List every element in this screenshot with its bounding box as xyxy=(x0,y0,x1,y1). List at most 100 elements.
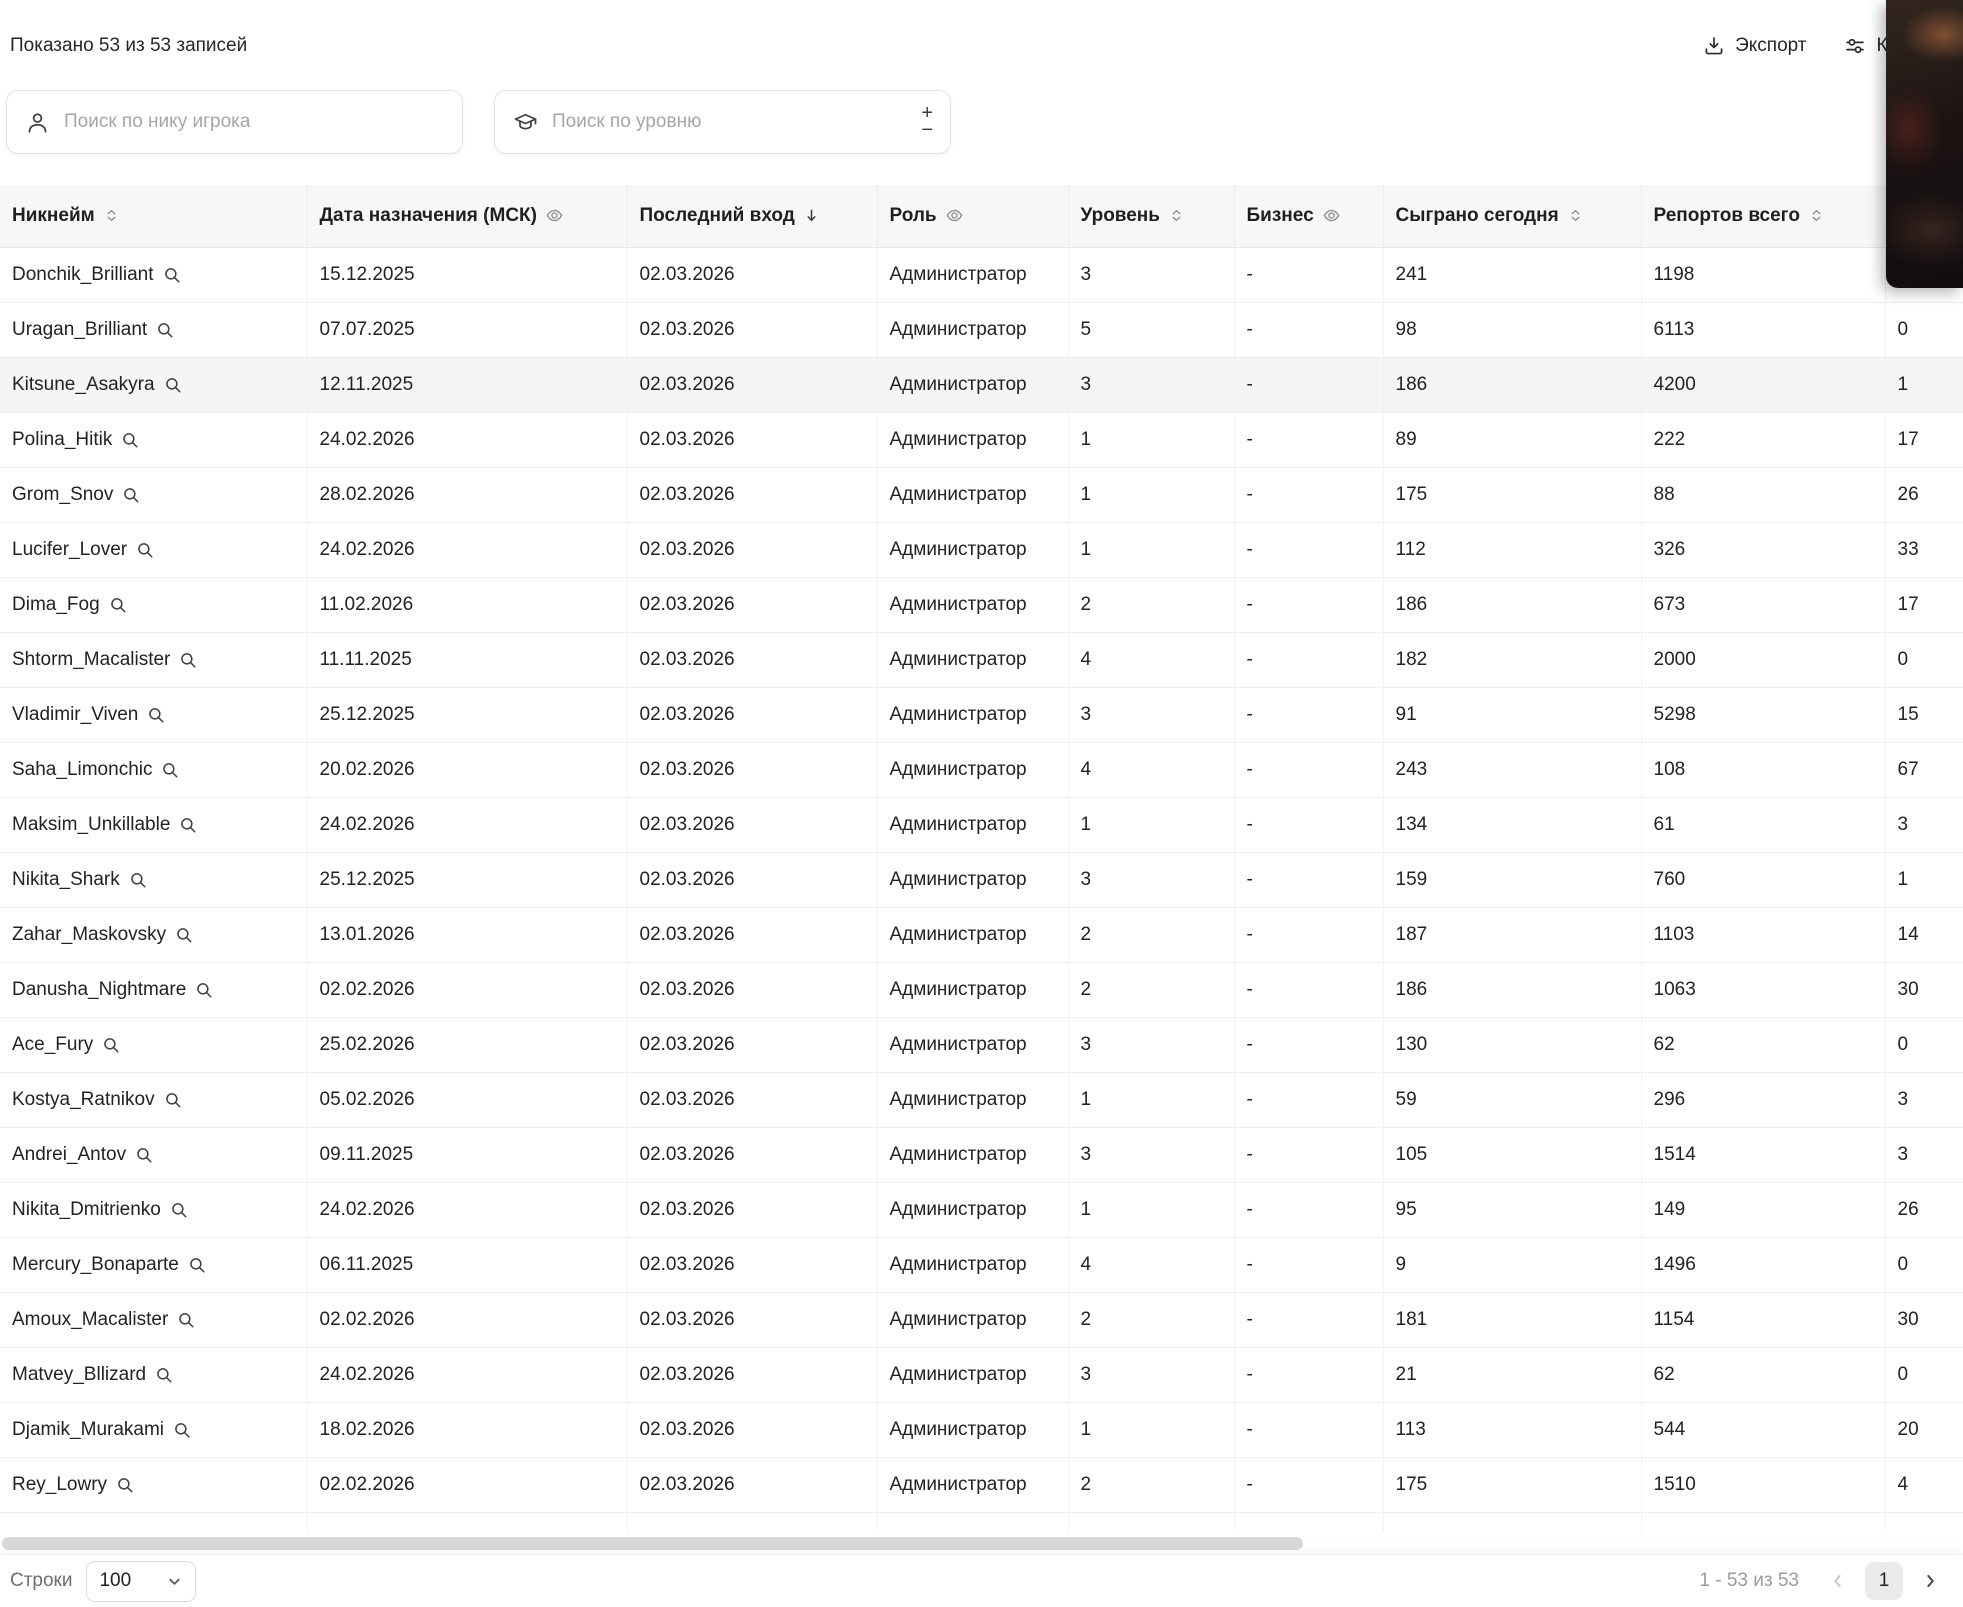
search-icon[interactable] xyxy=(129,871,147,889)
player-nickname: Kostya_Ratnikov xyxy=(12,1088,155,1110)
table-row[interactable]: Danusha_Nightmare 02.02.2026 02.03.2026 Адм… xyxy=(0,962,1963,1018)
export-button[interactable]: Экспорт xyxy=(1703,35,1806,57)
page-1-button[interactable]: 1 xyxy=(1865,1562,1903,1600)
column-header-4[interactable]: Роль xyxy=(877,185,1069,248)
column-header-8[interactable]: Репортов всего xyxy=(1641,185,1886,248)
nickname-cell: Uragan_Brilliant xyxy=(0,302,308,358)
column-header-2[interactable]: Дата назначения (МСК) xyxy=(307,185,628,248)
table-row[interactable]: Polina_Hitik 24.02.2026 02.03.2026 Админист… xyxy=(0,412,1963,468)
search-icon[interactable] xyxy=(179,816,197,834)
nickname-search-box[interactable] xyxy=(6,90,463,154)
role-cell: Администратор xyxy=(877,412,1069,468)
player-nickname: Polina_Hitik xyxy=(12,428,113,450)
search-icon[interactable] xyxy=(164,1091,182,1109)
table-row[interactable]: Saha_Limonchic 20.02.2026 02.03.2026 Админи… xyxy=(0,742,1963,798)
played-today-cell: 59 xyxy=(1383,1072,1642,1128)
nickname-cell: Djamik_Murakami xyxy=(0,1402,308,1458)
extra-cell: 26 xyxy=(1885,467,1963,523)
sort-icon[interactable] xyxy=(1809,208,1824,223)
table-row[interactable]: Zahar_Maskovsky 13.01.2026 02.03.2026 Админ… xyxy=(0,907,1963,963)
search-icon[interactable] xyxy=(156,321,174,339)
sort-icon[interactable] xyxy=(104,208,119,223)
search-icon[interactable] xyxy=(163,266,181,284)
table-row[interactable]: Mercury_Bonaparte 06.11.2025 02.03.2026 Адм… xyxy=(0,1237,1963,1293)
search-icon[interactable] xyxy=(170,1201,188,1219)
search-icon[interactable] xyxy=(164,376,182,394)
search-icon[interactable] xyxy=(135,1146,153,1164)
search-icon[interactable] xyxy=(122,486,140,504)
table-row[interactable]: Nikita_Dmitrienko 24.02.2026 02.03.2026 Адм… xyxy=(0,1182,1963,1238)
next-page-button[interactable] xyxy=(1911,1562,1949,1600)
visibility-icon[interactable] xyxy=(1323,207,1340,224)
prev-page-button[interactable] xyxy=(1819,1562,1857,1600)
visibility-icon[interactable] xyxy=(546,207,563,224)
level-cell: 4 xyxy=(1068,632,1235,688)
table-row[interactable]: Ace_Fury 25.02.2026 02.03.2026 Администрато… xyxy=(0,1017,1963,1073)
column-header-7[interactable]: Сыграно сегодня xyxy=(1383,185,1642,248)
level-cell: 1 xyxy=(1068,797,1235,853)
player-nickname: Uragan_Brilliant xyxy=(12,318,148,340)
table-row[interactable]: Djamik_Murakami 18.02.2026 02.03.2026 Админ… xyxy=(0,1402,1963,1458)
table-row[interactable]: Grom_Snov 28.02.2026 02.03.2026 Администрат… xyxy=(0,467,1963,523)
column-header-1[interactable]: Никнейм xyxy=(0,185,308,248)
level-search-box[interactable]: + − xyxy=(494,90,951,154)
column-settings-icon xyxy=(1844,35,1866,57)
last-login-cell: 02.03.2026 xyxy=(627,1127,878,1183)
table-row[interactable]: Kostya_Ratnikov 05.02.2026 02.03.2026 Админ… xyxy=(0,1072,1963,1128)
table-row[interactable]: Kitsune_Asakyra 12.11.2025 02.03.2026 Админ… xyxy=(0,357,1963,413)
level-decrement-button[interactable]: − xyxy=(916,120,938,140)
rows-per-page-select[interactable]: 100 xyxy=(86,1560,197,1602)
horizontal-scrollbar-thumb[interactable] xyxy=(2,1537,1303,1550)
table-row[interactable]: Matvey_Bllizard 24.02.2026 02.03.2026 Админ… xyxy=(0,1347,1963,1403)
nickname-cell: Vladimir_Viven xyxy=(0,687,308,743)
extra-cell: 30 xyxy=(1885,962,1963,1018)
search-icon[interactable] xyxy=(109,596,127,614)
nickname-search-input[interactable] xyxy=(64,111,450,133)
assignment-date-cell: 12.11.2025 xyxy=(307,357,628,413)
search-icon[interactable] xyxy=(161,761,179,779)
search-icon[interactable] xyxy=(147,706,165,724)
table-row[interactable]: Vladimir_Viven 25.12.2025 02.03.2026 Админи… xyxy=(0,687,1963,743)
level-cell: 2 xyxy=(1068,1457,1235,1513)
search-icon[interactable] xyxy=(177,1311,195,1329)
table-row[interactable]: Donchik_Brilliant 15.12.2025 02.03.2026 Адм… xyxy=(0,247,1963,303)
sort-icon[interactable] xyxy=(1568,208,1583,223)
search-icon[interactable] xyxy=(188,1256,206,1274)
column-header-5[interactable]: Уровень xyxy=(1068,185,1235,248)
visibility-icon[interactable] xyxy=(946,207,963,224)
search-icon[interactable] xyxy=(136,541,154,559)
business-cell: - xyxy=(1234,1457,1384,1513)
last-login-cell: 02.03.2026 xyxy=(627,1237,878,1293)
search-icon[interactable] xyxy=(175,926,193,944)
played-today-cell: 98 xyxy=(1383,302,1642,358)
table-row[interactable]: Shtorm_Macalister 11.11.2025 02.03.2026 Адм… xyxy=(0,632,1963,688)
player-nickname: Kitsune_Asakyra xyxy=(12,373,155,395)
table-row[interactable]: Maksim_Unkillable 24.02.2026 02.03.2026 Адм… xyxy=(0,797,1963,853)
reports-total-cell: 1514 xyxy=(1641,1127,1886,1183)
search-icon[interactable] xyxy=(173,1421,191,1439)
table-row[interactable]: Lucifer_Lover 24.02.2026 02.03.2026 Админис… xyxy=(0,522,1963,578)
search-icon[interactable] xyxy=(195,981,213,999)
table-row[interactable]: Nikita_Shark 25.12.2025 02.03.2026 Админист… xyxy=(0,852,1963,908)
table-row[interactable]: Rey_Lowry 02.02.2026 02.03.2026 Администрат… xyxy=(0,1457,1963,1513)
column-header-3[interactable]: Последний вход xyxy=(627,185,878,248)
sort-descending-icon[interactable] xyxy=(804,208,819,223)
table-row[interactable]: Andrei_Antov 09.11.2025 02.03.2026 Админист… xyxy=(0,1127,1963,1183)
sort-icon[interactable] xyxy=(1169,208,1184,223)
table-row[interactable]: Uragan_Brilliant 07.07.2025 02.03.2026 Адми… xyxy=(0,302,1963,358)
search-icon[interactable] xyxy=(102,1036,120,1054)
extra-cell: 0 xyxy=(1885,1347,1963,1403)
reports-total-cell: 108 xyxy=(1641,742,1886,798)
column-header-6[interactable]: Бизнес xyxy=(1234,185,1384,248)
level-cell: 4 xyxy=(1068,1237,1235,1293)
role-cell: Администратор xyxy=(877,1457,1069,1513)
table-row[interactable]: Amoux_Macalister 02.02.2026 02.03.2026 Адми… xyxy=(0,1292,1963,1348)
level-search-input[interactable] xyxy=(552,111,903,133)
table-row[interactable]: Dima_Fog 11.02.2026 02.03.2026 Администрато… xyxy=(0,577,1963,633)
search-icon[interactable] xyxy=(155,1366,173,1384)
search-icon[interactable] xyxy=(179,651,197,669)
pagination-range-label: 1 - 53 из 53 xyxy=(1699,1570,1799,1591)
search-icon[interactable] xyxy=(116,1476,134,1494)
search-icon[interactable] xyxy=(121,431,139,449)
screenshot-preview-thumbnail[interactable] xyxy=(1886,0,1963,288)
